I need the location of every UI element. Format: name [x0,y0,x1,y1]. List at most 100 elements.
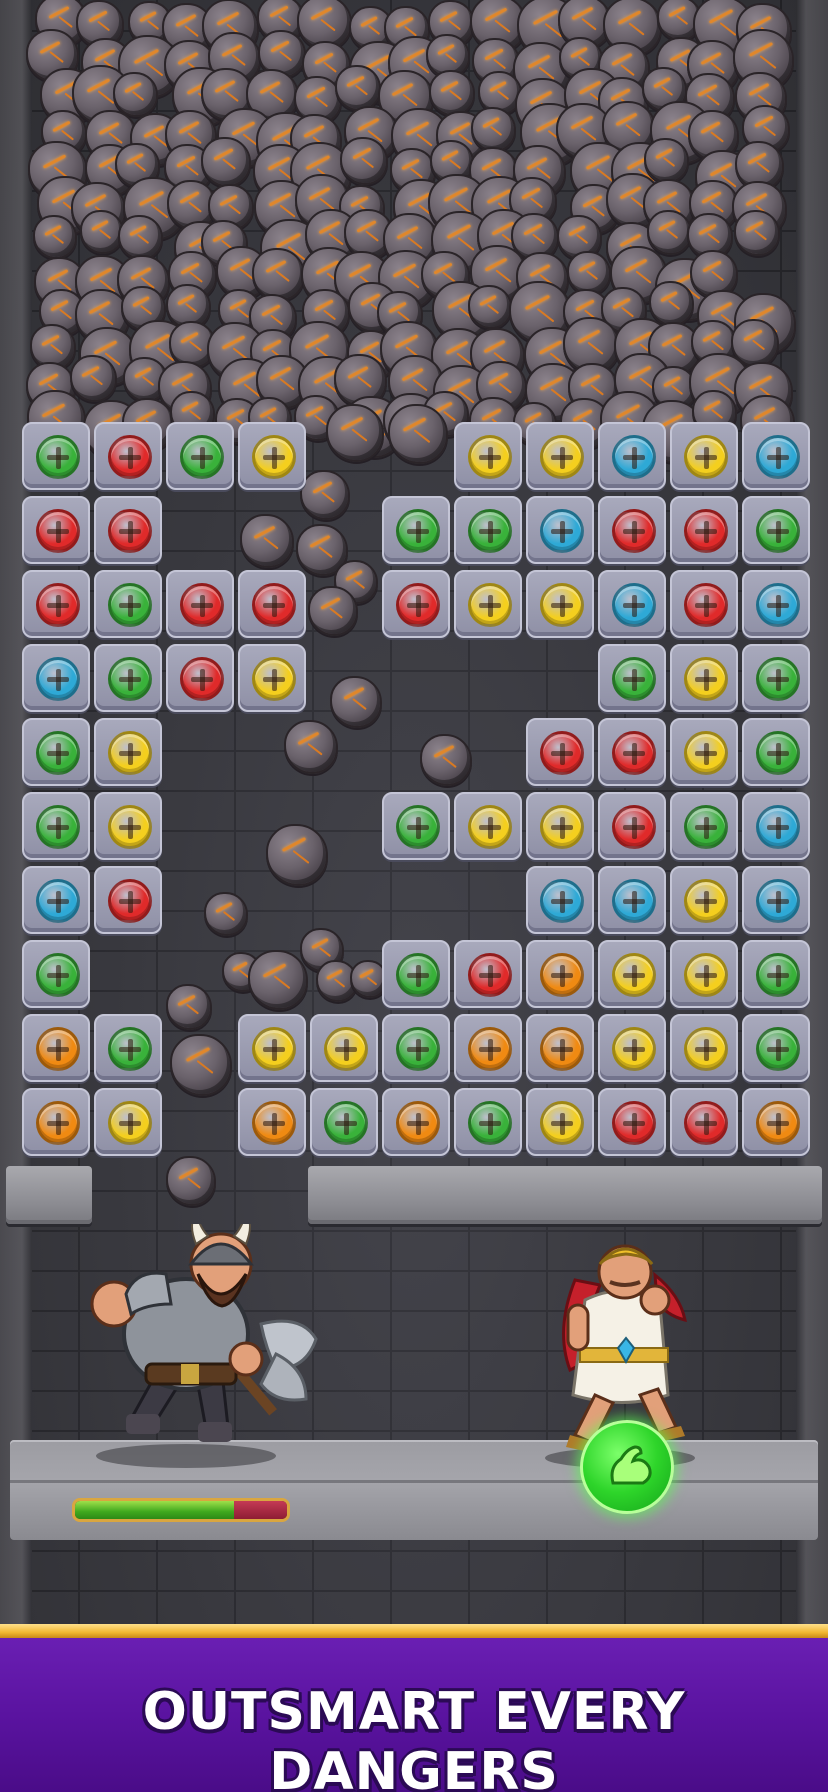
bolt-tile-red[interactable] [598,718,666,786]
bolt-tile-green[interactable] [742,496,810,564]
bolt-tile-red[interactable] [238,570,306,638]
bolt-tile-red[interactable] [94,866,162,934]
boulder [340,137,388,185]
bolt-tile-yellow[interactable] [526,792,594,860]
bolt-tile-red[interactable] [526,718,594,786]
bolt-tile-blue[interactable] [526,866,594,934]
bolt-icon [180,657,224,701]
bolt-tile-yellow[interactable] [598,940,666,1008]
bolt-tile-green[interactable] [22,792,90,860]
bolt-tile-green[interactable] [670,792,738,860]
bolt-tile-blue[interactable] [598,866,666,934]
bolt-tile-red[interactable] [454,940,522,1008]
bolt-tile-orange[interactable] [454,1014,522,1082]
power-button[interactable] [580,1420,674,1514]
boulder [335,65,381,111]
bolt-tile-green[interactable] [382,792,450,860]
bolt-tile-blue[interactable] [22,644,90,712]
bolt-tile-blue[interactable] [742,866,810,934]
bolt-tile-yellow[interactable] [670,718,738,786]
bolt-tile-yellow[interactable] [454,570,522,638]
bolt-tile-orange[interactable] [22,1014,90,1082]
bolt-tile-green[interactable] [22,718,90,786]
bolt-tile-yellow[interactable] [670,422,738,490]
bolt-tile-yellow[interactable] [670,866,738,934]
bolt-icon [36,509,80,553]
bolt-tile-green[interactable] [22,422,90,490]
bolt-tile-green[interactable] [742,940,810,1008]
bolt-tile-green[interactable] [454,496,522,564]
bolt-tile-yellow[interactable] [94,718,162,786]
bolt-tile-green[interactable] [94,644,162,712]
bolt-tile-red[interactable] [22,570,90,638]
bolt-tile-blue[interactable] [598,422,666,490]
boulder [33,215,77,259]
bolt-tile-red[interactable] [598,496,666,564]
bolt-tile-green[interactable] [742,718,810,786]
bolt-tile-yellow[interactable] [670,1014,738,1082]
bolt-tile-green[interactable] [94,1014,162,1082]
bolt-icon [612,1027,656,1071]
bolt-tile-red[interactable] [166,644,234,712]
bolt-tile-yellow[interactable] [670,644,738,712]
bolt-icon [612,583,656,627]
bolt-tile-orange[interactable] [526,940,594,1008]
bolt-tile-yellow[interactable] [526,422,594,490]
bolt-tile-green[interactable] [382,940,450,1008]
bolt-tile-orange[interactable] [526,1014,594,1082]
bolt-tile-green[interactable] [94,570,162,638]
falling-boulder [330,676,382,728]
bolt-icon [612,731,656,775]
bolt-tile-red[interactable] [598,792,666,860]
bolt-tile-red[interactable] [94,496,162,564]
bolt-tile-yellow[interactable] [526,570,594,638]
bolt-tile-red[interactable] [382,570,450,638]
bolt-icon [684,509,728,553]
bolt-tile-green[interactable] [166,422,234,490]
boulder [468,285,512,329]
bolt-tile-red[interactable] [166,570,234,638]
bolt-tile-yellow[interactable] [238,644,306,712]
bolt-tile-red[interactable] [670,570,738,638]
bolt-tile-red[interactable] [670,496,738,564]
bolt-tile-green[interactable] [598,644,666,712]
bolt-tile-blue[interactable] [22,866,90,934]
bolt-tile-blue[interactable] [742,422,810,490]
bolt-tile-blue[interactable] [526,496,594,564]
bolt-tile-yellow[interactable] [670,940,738,1008]
bolt-icon [540,879,584,923]
bolt-tile-green[interactable] [742,1014,810,1082]
bolt-tile-red[interactable] [670,1088,738,1156]
bolt-tile-blue[interactable] [598,570,666,638]
bolt-tile-orange[interactable] [22,1088,90,1156]
bolt-tile-orange[interactable] [238,1088,306,1156]
bolt-tile-yellow[interactable] [94,792,162,860]
bolt-tile-yellow[interactable] [94,1088,162,1156]
falling-boulder [240,514,294,568]
bolt-icon [468,953,512,997]
bolt-tile-red[interactable] [94,422,162,490]
bolt-tile-yellow[interactable] [238,422,306,490]
bolt-tile-yellow[interactable] [454,792,522,860]
bolt-tile-green[interactable] [382,496,450,564]
bolt-icon [612,953,656,997]
bolt-tile-yellow[interactable] [526,1088,594,1156]
bolt-tile-orange[interactable] [382,1088,450,1156]
bolt-tile-yellow[interactable] [310,1014,378,1082]
bolt-tile-orange[interactable] [742,1088,810,1156]
bolt-tile-green[interactable] [742,644,810,712]
bolt-tile-green[interactable] [382,1014,450,1082]
bolt-tile-yellow[interactable] [598,1014,666,1082]
bolt-tile-red[interactable] [598,1088,666,1156]
bolt-tile-green[interactable] [22,940,90,1008]
bolt-icon [108,731,152,775]
bolt-tile-red[interactable] [22,496,90,564]
bolt-tile-yellow[interactable] [454,422,522,490]
enemy-health-bar [72,1498,290,1522]
bolt-icon [756,657,800,701]
bolt-tile-green[interactable] [454,1088,522,1156]
bolt-tile-blue[interactable] [742,792,810,860]
bolt-tile-green[interactable] [310,1088,378,1156]
bolt-tile-blue[interactable] [742,570,810,638]
bolt-tile-yellow[interactable] [238,1014,306,1082]
